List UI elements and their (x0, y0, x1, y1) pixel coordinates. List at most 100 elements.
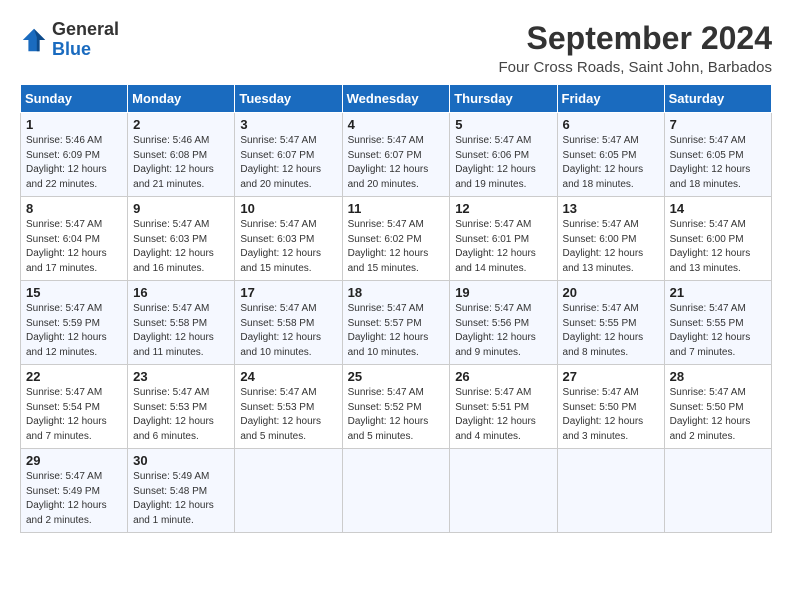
col-sunday: Sunday (21, 85, 128, 113)
table-row: 16 Sunrise: 5:47 AMSunset: 5:58 PMDaylig… (128, 281, 235, 365)
col-monday: Monday (128, 85, 235, 113)
day-info: Sunrise: 5:47 AMSunset: 6:07 PMDaylight:… (240, 134, 336, 192)
col-saturday: Saturday (664, 85, 771, 113)
table-row: 27 Sunrise: 5:47 AMSunset: 5:50 PMDaylig… (557, 365, 664, 449)
calendar-week-row: 8 Sunrise: 5:47 AMSunset: 6:04 PMDayligh… (21, 197, 772, 281)
day-number: 18 (348, 285, 445, 300)
day-info: Sunrise: 5:47 AMSunset: 5:53 PMDaylight:… (133, 386, 229, 444)
table-row (664, 449, 771, 533)
day-number: 28 (670, 369, 766, 384)
table-row: 26 Sunrise: 5:47 AMSunset: 5:51 PMDaylig… (450, 365, 557, 449)
calendar-table: Sunday Monday Tuesday Wednesday Thursday… (20, 84, 772, 533)
day-number: 26 (455, 369, 551, 384)
table-row: 29 Sunrise: 5:47 AMSunset: 5:49 PMDaylig… (21, 449, 128, 533)
table-row (557, 449, 664, 533)
table-row: 8 Sunrise: 5:47 AMSunset: 6:04 PMDayligh… (21, 197, 128, 281)
table-row: 12 Sunrise: 5:47 AMSunset: 6:01 PMDaylig… (450, 197, 557, 281)
day-number: 23 (133, 369, 229, 384)
table-row: 17 Sunrise: 5:47 AMSunset: 5:58 PMDaylig… (235, 281, 342, 365)
day-number: 13 (563, 201, 659, 216)
day-info: Sunrise: 5:47 AMSunset: 5:58 PMDaylight:… (133, 302, 229, 360)
table-row: 6 Sunrise: 5:47 AMSunset: 6:05 PMDayligh… (557, 113, 664, 197)
day-number: 8 (26, 201, 122, 216)
day-number: 5 (455, 117, 551, 132)
table-row (342, 449, 450, 533)
logo-icon (20, 26, 48, 54)
day-number: 25 (348, 369, 445, 384)
table-row: 18 Sunrise: 5:47 AMSunset: 5:57 PMDaylig… (342, 281, 450, 365)
day-info: Sunrise: 5:47 AMSunset: 5:50 PMDaylight:… (670, 386, 766, 444)
day-info: Sunrise: 5:47 AMSunset: 5:54 PMDaylight:… (26, 386, 122, 444)
day-number: 17 (240, 285, 336, 300)
day-number: 12 (455, 201, 551, 216)
calendar-week-row: 1 Sunrise: 5:46 AMSunset: 6:09 PMDayligh… (21, 113, 772, 197)
table-row (450, 449, 557, 533)
table-row: 10 Sunrise: 5:47 AMSunset: 6:03 PMDaylig… (235, 197, 342, 281)
calendar-week-row: 22 Sunrise: 5:47 AMSunset: 5:54 PMDaylig… (21, 365, 772, 449)
day-number: 22 (26, 369, 122, 384)
table-row: 22 Sunrise: 5:47 AMSunset: 5:54 PMDaylig… (21, 365, 128, 449)
table-row: 13 Sunrise: 5:47 AMSunset: 6:00 PMDaylig… (557, 197, 664, 281)
day-number: 20 (563, 285, 659, 300)
col-wednesday: Wednesday (342, 85, 450, 113)
day-number: 30 (133, 453, 229, 468)
day-number: 3 (240, 117, 336, 132)
day-number: 2 (133, 117, 229, 132)
table-row: 30 Sunrise: 5:49 AMSunset: 5:48 PMDaylig… (128, 449, 235, 533)
day-info: Sunrise: 5:46 AMSunset: 6:09 PMDaylight:… (26, 134, 122, 192)
day-info: Sunrise: 5:47 AMSunset: 6:03 PMDaylight:… (240, 218, 336, 276)
day-info: Sunrise: 5:47 AMSunset: 6:07 PMDaylight:… (348, 134, 445, 192)
table-row (235, 449, 342, 533)
day-number: 14 (670, 201, 766, 216)
day-info: Sunrise: 5:47 AMSunset: 6:04 PMDaylight:… (26, 218, 122, 276)
table-row: 1 Sunrise: 5:46 AMSunset: 6:09 PMDayligh… (21, 113, 128, 197)
day-info: Sunrise: 5:47 AMSunset: 5:50 PMDaylight:… (563, 386, 659, 444)
logo-general: General (52, 19, 119, 39)
col-tuesday: Tuesday (235, 85, 342, 113)
col-thursday: Thursday (450, 85, 557, 113)
day-info: Sunrise: 5:46 AMSunset: 6:08 PMDaylight:… (133, 134, 229, 192)
calendar-week-row: 15 Sunrise: 5:47 AMSunset: 5:59 PMDaylig… (21, 281, 772, 365)
day-number: 7 (670, 117, 766, 132)
day-info: Sunrise: 5:47 AMSunset: 6:06 PMDaylight:… (455, 134, 551, 192)
day-info: Sunrise: 5:47 AMSunset: 6:00 PMDaylight:… (670, 218, 766, 276)
day-number: 21 (670, 285, 766, 300)
day-info: Sunrise: 5:47 AMSunset: 5:52 PMDaylight:… (348, 386, 445, 444)
table-row: 25 Sunrise: 5:47 AMSunset: 5:52 PMDaylig… (342, 365, 450, 449)
table-row: 20 Sunrise: 5:47 AMSunset: 5:55 PMDaylig… (557, 281, 664, 365)
day-number: 1 (26, 117, 122, 132)
day-number: 19 (455, 285, 551, 300)
day-info: Sunrise: 5:47 AMSunset: 5:58 PMDaylight:… (240, 302, 336, 360)
logo: General Blue (20, 20, 119, 60)
table-row: 15 Sunrise: 5:47 AMSunset: 5:59 PMDaylig… (21, 281, 128, 365)
logo-blue: Blue (52, 39, 91, 59)
day-info: Sunrise: 5:47 AMSunset: 5:51 PMDaylight:… (455, 386, 551, 444)
table-row: 9 Sunrise: 5:47 AMSunset: 6:03 PMDayligh… (128, 197, 235, 281)
table-row: 5 Sunrise: 5:47 AMSunset: 6:06 PMDayligh… (450, 113, 557, 197)
table-row: 4 Sunrise: 5:47 AMSunset: 6:07 PMDayligh… (342, 113, 450, 197)
day-number: 4 (348, 117, 445, 132)
day-info: Sunrise: 5:47 AMSunset: 5:53 PMDaylight:… (240, 386, 336, 444)
day-number: 15 (26, 285, 122, 300)
table-row: 19 Sunrise: 5:47 AMSunset: 5:56 PMDaylig… (450, 281, 557, 365)
calendar-header-row: Sunday Monday Tuesday Wednesday Thursday… (21, 85, 772, 113)
day-number: 9 (133, 201, 229, 216)
table-row: 14 Sunrise: 5:47 AMSunset: 6:00 PMDaylig… (664, 197, 771, 281)
day-info: Sunrise: 5:47 AMSunset: 6:05 PMDaylight:… (563, 134, 659, 192)
title-block: September 2024 Four Cross Roads, Saint J… (499, 20, 772, 76)
table-row: 7 Sunrise: 5:47 AMSunset: 6:05 PMDayligh… (664, 113, 771, 197)
table-row: 3 Sunrise: 5:47 AMSunset: 6:07 PMDayligh… (235, 113, 342, 197)
page-container: General Blue September 2024 Four Cross R… (20, 20, 772, 533)
header: General Blue September 2024 Four Cross R… (20, 20, 772, 76)
day-info: Sunrise: 5:47 AMSunset: 5:49 PMDaylight:… (26, 470, 122, 528)
logo-text: General Blue (52, 20, 119, 60)
table-row: 23 Sunrise: 5:47 AMSunset: 5:53 PMDaylig… (128, 365, 235, 449)
calendar-week-row: 29 Sunrise: 5:47 AMSunset: 5:49 PMDaylig… (21, 449, 772, 533)
col-friday: Friday (557, 85, 664, 113)
day-number: 29 (26, 453, 122, 468)
table-row: 28 Sunrise: 5:47 AMSunset: 5:50 PMDaylig… (664, 365, 771, 449)
day-number: 10 (240, 201, 336, 216)
day-number: 6 (563, 117, 659, 132)
day-number: 16 (133, 285, 229, 300)
table-row: 21 Sunrise: 5:47 AMSunset: 5:55 PMDaylig… (664, 281, 771, 365)
